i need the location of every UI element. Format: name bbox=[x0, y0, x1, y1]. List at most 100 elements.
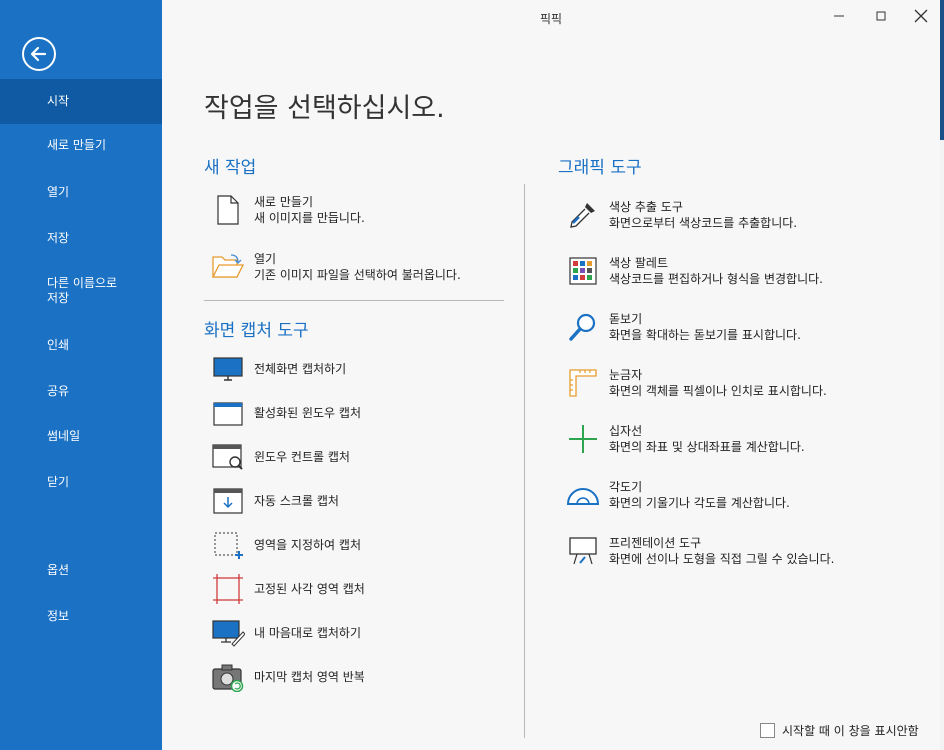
close-window-button[interactable] bbox=[906, 4, 936, 28]
sidebar-item-thumbnail[interactable]: 썸네일 bbox=[0, 429, 162, 444]
color-palette-item[interactable]: 색상 팔레트색상코드를 편집하거나 형식을 변경합니다. bbox=[565, 253, 823, 289]
capture-freehand-item[interactable]: 내 마음대로 캡처하기 bbox=[210, 615, 361, 651]
sidebar: 시작 새로 만들기 열기 저장 다른 이름으로 저장 인쇄 공유 썸네일 닫기 … bbox=[0, 0, 162, 750]
item-label: 윈도우 컨트롤 캡처 bbox=[254, 450, 350, 464]
item-desc: 화면에 선이나 도형을 직접 그릴 수 있습니다. bbox=[609, 552, 835, 566]
sidebar-item-share[interactable]: 공유 bbox=[0, 384, 162, 399]
sidebar-item-label: 닫기 bbox=[47, 475, 70, 489]
window-icon bbox=[210, 395, 246, 431]
sidebar-item-options[interactable]: 옵션 bbox=[0, 563, 162, 578]
item-label: 자동 스크롤 캡처 bbox=[254, 494, 339, 508]
sidebar-item-label: 다른 이름으로 저장 bbox=[47, 276, 118, 305]
close-icon bbox=[914, 9, 928, 23]
open-file-item[interactable]: 열기기존 이미지 파일을 선택하여 불러옵니다. bbox=[210, 249, 461, 285]
window-edge bbox=[940, 0, 944, 140]
monitor-icon bbox=[210, 351, 246, 387]
item-title: 열기 bbox=[254, 252, 277, 266]
sidebar-item-open[interactable]: 열기 bbox=[0, 185, 162, 200]
item-label: 내 마음대로 캡처하기 bbox=[254, 626, 361, 640]
main-panel: 픽픽 작업을 선택하십시오. 새 작업 새로 만들기 새 이미지를 만듭니다. 열… bbox=[162, 0, 940, 750]
fixed-region-icon bbox=[210, 571, 246, 607]
sidebar-item-label: 옵션 bbox=[47, 563, 70, 577]
capture-window-control-item[interactable]: 윈도우 컨트롤 캡처 bbox=[210, 439, 350, 475]
item-desc: 화면의 객체를 픽셀이나 인치로 표시합니다. bbox=[609, 384, 827, 398]
item-label: 영역을 지정하여 캡처 bbox=[254, 538, 361, 552]
window-control-icon bbox=[210, 439, 246, 475]
checkbox-label: 시작할 때 이 창을 표시안함 bbox=[782, 724, 919, 738]
capture-fixed-region-item[interactable]: 고정된 사각 영역 캡처 bbox=[210, 571, 365, 607]
sidebar-item-label: 썸네일 bbox=[47, 429, 81, 443]
protractor-item[interactable]: 각도기화면의 기울기나 각도를 계산합니다. bbox=[565, 477, 790, 513]
freehand-icon bbox=[210, 615, 246, 651]
item-title: 프리젠테이션 도구 bbox=[609, 536, 702, 550]
capture-fullscreen-item[interactable]: 전체화면 캡처하기 bbox=[210, 351, 346, 387]
blank-page-icon bbox=[210, 192, 246, 228]
color-picker-item[interactable]: 색상 추출 도구화면으로부터 색상코드를 추출합니다. bbox=[565, 197, 797, 233]
scroll-capture-icon bbox=[210, 483, 246, 519]
sidebar-item-save-as[interactable]: 다른 이름으로 저장 bbox=[0, 276, 162, 306]
item-desc: 화면을 확대하는 돋보기를 표시합니다. bbox=[609, 328, 801, 342]
sidebar-item-label: 인쇄 bbox=[47, 338, 70, 352]
new-image-item[interactable]: 새로 만들기새 이미지를 만듭니다. bbox=[210, 192, 365, 228]
sidebar-item-save[interactable]: 저장 bbox=[0, 231, 162, 246]
section-capture-tools: 화면 캡처 도구 bbox=[204, 321, 309, 341]
item-desc: 화면의 기울기나 각도를 계산합니다. bbox=[609, 496, 790, 510]
item-title: 색상 팔레트 bbox=[609, 256, 669, 270]
section-divider bbox=[204, 300, 504, 301]
capture-repeat-item[interactable]: 마지막 캡처 영역 반복 bbox=[210, 659, 365, 695]
sidebar-item-label: 공유 bbox=[47, 384, 70, 398]
item-desc: 화면의 좌표 및 상대좌표를 계산합니다. bbox=[609, 440, 805, 454]
camera-repeat-icon bbox=[210, 659, 246, 695]
capture-scroll-item[interactable]: 자동 스크롤 캡처 bbox=[210, 483, 339, 519]
magnifier-icon bbox=[565, 309, 601, 345]
item-title: 색상 추출 도구 bbox=[609, 200, 683, 214]
sidebar-item-about[interactable]: 정보 bbox=[0, 609, 162, 624]
capture-active-window-item[interactable]: 활성화된 윈도우 캡처 bbox=[210, 395, 361, 431]
ruler-item[interactable]: 눈금자화면의 객체를 픽셀이나 인치로 표시합니다. bbox=[565, 365, 827, 401]
capture-region-item[interactable]: 영역을 지정하여 캡처 bbox=[210, 527, 361, 563]
column-divider bbox=[524, 184, 525, 738]
crosshair-icon bbox=[565, 421, 601, 457]
back-button[interactable] bbox=[22, 37, 56, 71]
section-new-task: 새 작업 bbox=[204, 158, 257, 178]
startup-option[interactable]: 시작할 때 이 창을 표시안함 bbox=[760, 722, 919, 739]
sidebar-item-label: 저장 bbox=[47, 231, 70, 245]
palette-icon bbox=[565, 253, 601, 289]
sidebar-item-label: 새로 만들기 bbox=[47, 138, 107, 152]
back-arrow-icon bbox=[30, 46, 47, 62]
item-desc: 새 이미지를 만듭니다. bbox=[254, 211, 365, 225]
page-title: 작업을 선택하십시오. bbox=[204, 93, 445, 124]
region-select-icon bbox=[210, 527, 246, 563]
dont-show-checkbox[interactable] bbox=[760, 723, 775, 738]
sidebar-item-close[interactable]: 닫기 bbox=[0, 475, 162, 490]
item-desc: 화면으로부터 색상코드를 추출합니다. bbox=[609, 216, 798, 230]
presentation-tool-item[interactable]: 프리젠테이션 도구화면에 선이나 도형을 직접 그릴 수 있습니다. bbox=[565, 533, 834, 569]
sidebar-item-print[interactable]: 인쇄 bbox=[0, 338, 162, 353]
protractor-icon bbox=[565, 477, 601, 513]
whiteboard-icon bbox=[565, 533, 601, 569]
maximize-icon bbox=[876, 11, 886, 21]
item-title: 새로 만들기 bbox=[254, 195, 314, 209]
sidebar-item-start[interactable]: 시작 bbox=[0, 79, 162, 124]
eyedropper-icon bbox=[565, 197, 601, 233]
sidebar-item-label: 열기 bbox=[47, 185, 70, 199]
ruler-icon bbox=[565, 365, 601, 401]
minimize-icon bbox=[834, 15, 844, 17]
item-label: 마지막 캡처 영역 반복 bbox=[254, 670, 365, 684]
sidebar-item-label: 시작 bbox=[47, 94, 70, 108]
item-label: 고정된 사각 영역 캡처 bbox=[254, 582, 365, 596]
item-title: 눈금자 bbox=[609, 368, 643, 382]
item-title: 각도기 bbox=[609, 480, 643, 494]
item-desc: 기존 이미지 파일을 선택하여 불러옵니다. bbox=[254, 268, 461, 282]
item-label: 활성화된 윈도우 캡처 bbox=[254, 406, 361, 420]
sidebar-item-label: 정보 bbox=[47, 609, 70, 623]
section-graphics-tools: 그래픽 도구 bbox=[558, 158, 642, 178]
minimize-button[interactable] bbox=[824, 4, 854, 28]
magnifier-item[interactable]: 돋보기화면을 확대하는 돋보기를 표시합니다. bbox=[565, 309, 801, 345]
item-desc: 색상코드를 편집하거나 형식을 변경합니다. bbox=[609, 272, 823, 286]
maximize-button[interactable] bbox=[866, 4, 896, 28]
item-label: 전체화면 캡처하기 bbox=[254, 362, 347, 376]
item-title: 돋보기 bbox=[609, 312, 643, 326]
sidebar-item-new[interactable]: 새로 만들기 bbox=[0, 138, 162, 153]
crosshair-item[interactable]: 십자선 화면의 좌표 및 상대좌표를 계산합니다. bbox=[565, 421, 805, 457]
